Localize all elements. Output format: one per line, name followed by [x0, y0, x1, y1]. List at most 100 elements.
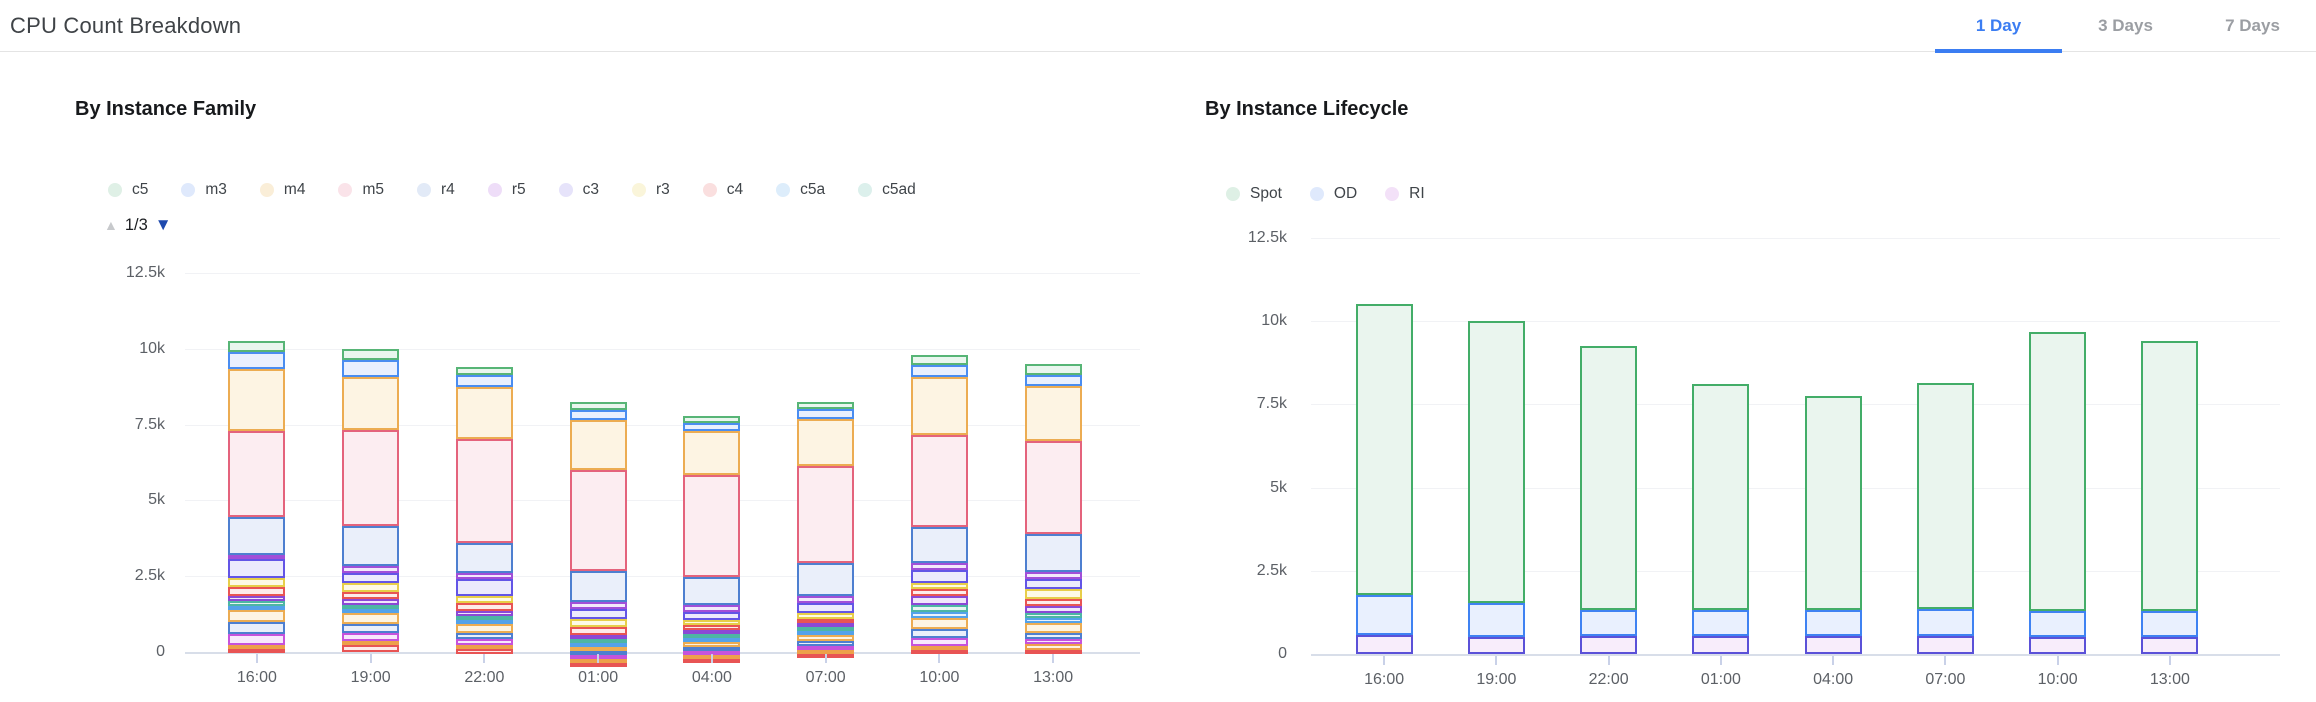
bar-segment-RI[interactable]	[1692, 636, 1749, 654]
tab-3-days[interactable]: 3 Days	[2062, 0, 2189, 52]
bar-segment-RI[interactable]	[1468, 637, 1525, 654]
stacked-bar[interactable]	[1468, 321, 1525, 654]
bar-segment-m5[interactable]	[1025, 441, 1082, 534]
bar-segment-c4[interactable]	[456, 603, 513, 611]
stacked-bar[interactable]	[1580, 346, 1637, 654]
bar-segment-m3[interactable]	[342, 360, 399, 377]
bar-segment-c4[interactable]	[342, 592, 399, 600]
bar-segment-RI[interactable]	[1580, 636, 1637, 654]
bar-segment-Spot[interactable]	[1917, 383, 1974, 609]
stacked-bar[interactable]	[1025, 364, 1082, 652]
bar-segment[interactable]	[911, 596, 968, 604]
bar-segment-OD[interactable]	[1917, 609, 1974, 636]
bar-segment-c5[interactable]	[570, 402, 627, 410]
bar-segment-m3[interactable]	[228, 352, 285, 369]
bar-segment-m3[interactable]	[570, 410, 627, 419]
stacked-bar[interactable]	[1917, 383, 1974, 654]
bar-segment-m4[interactable]	[911, 377, 968, 436]
legend-item-c5a[interactable]: c5a	[776, 181, 825, 199]
stacked-bar[interactable]	[797, 402, 854, 652]
bar-segment-m5[interactable]	[456, 439, 513, 544]
bar-segment[interactable]	[228, 634, 285, 645]
bar-segment-c4[interactable]	[911, 589, 968, 596]
bar-segment-r5[interactable]	[570, 602, 627, 610]
bar-segment-Spot[interactable]	[1580, 346, 1637, 610]
bar-segment[interactable]	[911, 638, 968, 646]
bar-segment-r5[interactable]	[342, 566, 399, 573]
stacked-bar[interactable]	[2029, 332, 2086, 654]
bar-segment-c3[interactable]	[1025, 579, 1082, 589]
stacked-bar[interactable]	[1805, 396, 1862, 654]
legend-item-r3[interactable]: r3	[632, 181, 670, 199]
bar-segment-m5[interactable]	[570, 470, 627, 570]
bar-segment-c4[interactable]	[570, 627, 627, 635]
bar-segment-r3[interactable]	[570, 619, 627, 626]
bar-segment-r3[interactable]	[342, 583, 399, 591]
bar-segment-c5[interactable]	[683, 416, 740, 423]
bar-segment-Spot[interactable]	[1356, 304, 1413, 595]
bar-segment-c4[interactable]	[228, 587, 285, 596]
bar-segment-m3[interactable]	[1025, 375, 1082, 386]
stacked-bar[interactable]	[1692, 384, 1749, 654]
bar-segment-RI[interactable]	[1356, 635, 1413, 654]
bar-segment-c5[interactable]	[228, 341, 285, 352]
tab-1-day[interactable]: 1 Day	[1935, 0, 2062, 52]
legend-item-c5ad[interactable]: c5ad	[858, 181, 916, 199]
legend-item-m5[interactable]: m5	[338, 181, 384, 199]
legend-item-c4[interactable]: c4	[703, 181, 743, 199]
bar-segment-r3[interactable]	[1025, 589, 1082, 599]
bar-segment-r4[interactable]	[797, 563, 854, 596]
bar-segment-c3[interactable]	[228, 559, 285, 577]
bar-segment[interactable]	[228, 649, 285, 653]
triangle-up-icon[interactable]: ▲	[104, 217, 118, 233]
bar-segment-OD[interactable]	[2029, 611, 2086, 638]
bar-segment-m5[interactable]	[228, 431, 285, 517]
bar-segment-r4[interactable]	[1025, 534, 1082, 572]
stacked-bar[interactable]	[570, 402, 627, 652]
bar-segment-r5[interactable]	[683, 605, 740, 612]
bar-segment[interactable]	[228, 622, 285, 634]
bar-segment-c3[interactable]	[911, 570, 968, 583]
bar-segment-m5[interactable]	[911, 435, 968, 527]
bar-segment-r4[interactable]	[683, 577, 740, 605]
bar-segment-m3[interactable]	[456, 375, 513, 387]
stacked-bar[interactable]	[1356, 304, 1413, 654]
stacked-bar[interactable]	[342, 349, 399, 652]
bar-segment-OD[interactable]	[1356, 595, 1413, 635]
bar-segment-c3[interactable]	[570, 609, 627, 619]
bar-segment-RI[interactable]	[2029, 637, 2086, 654]
legend-item-c3[interactable]: c3	[559, 181, 599, 199]
bar-segment-OD[interactable]	[1692, 610, 1749, 636]
bar-segment-OD[interactable]	[1468, 603, 1525, 637]
legend-item-r4[interactable]: r4	[417, 181, 455, 199]
bar-segment-RI[interactable]	[1805, 636, 1862, 654]
stacked-bar[interactable]	[2141, 341, 2198, 654]
bar-segment-OD[interactable]	[1805, 610, 1862, 636]
bar-segment-m5[interactable]	[342, 430, 399, 526]
bar-segment-r4[interactable]	[456, 543, 513, 573]
bar-segment-RI[interactable]	[2141, 637, 2198, 654]
bar-segment-r4[interactable]	[570, 571, 627, 602]
bar-segment[interactable]	[911, 618, 968, 630]
bar-segment-RI[interactable]	[1917, 636, 1974, 654]
bar-segment-r3[interactable]	[456, 596, 513, 604]
bar-segment-m5[interactable]	[683, 475, 740, 577]
bar-segment-m3[interactable]	[683, 423, 740, 431]
bar-segment-m5[interactable]	[797, 466, 854, 562]
bar-segment-c5[interactable]	[1025, 364, 1082, 375]
legend-item-r5[interactable]: r5	[488, 181, 526, 199]
bar-segment-c5[interactable]	[456, 367, 513, 375]
bar-segment[interactable]	[456, 649, 513, 654]
bar-segment-c4[interactable]	[1025, 599, 1082, 606]
bar-segment[interactable]	[1025, 623, 1082, 633]
legend-item-OD[interactable]: OD	[1310, 185, 1357, 203]
bar-segment-c3[interactable]	[683, 612, 740, 620]
bar-segment-r4[interactable]	[911, 527, 968, 563]
bar-segment-m4[interactable]	[683, 431, 740, 475]
stacked-bar[interactable]	[228, 341, 285, 652]
legend-item-Spot[interactable]: Spot	[1226, 185, 1282, 203]
bar-segment-c3[interactable]	[342, 573, 399, 584]
bar-segment-r3[interactable]	[228, 578, 285, 587]
bar-segment-m4[interactable]	[570, 420, 627, 471]
bar-segment-Spot[interactable]	[1805, 396, 1862, 610]
